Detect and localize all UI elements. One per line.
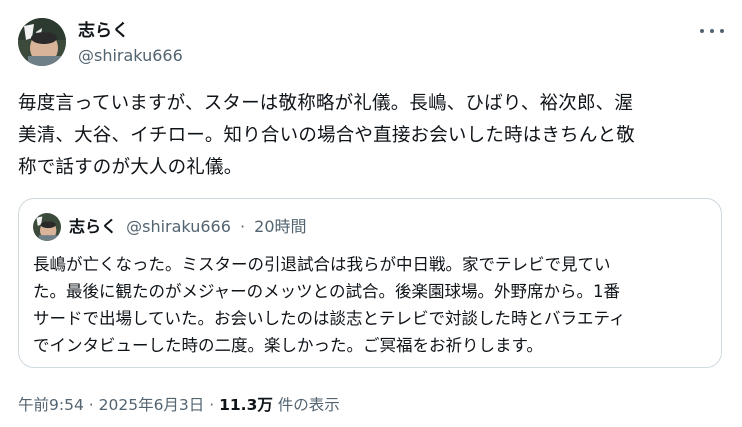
- tweet-footer: 午前9:54 · 2025年6月3日 · 11.3万 件の表示: [18, 394, 340, 416]
- tweet: 志らく @shiraku666 毎度言っていますが、スターは敬称略が礼儀。長嶋、…: [0, 0, 742, 427]
- author-avatar[interactable]: [18, 18, 66, 66]
- quoted-time: 20時間: [254, 217, 307, 236]
- post-date[interactable]: 2025年6月3日: [99, 396, 205, 414]
- more-dot: [710, 29, 714, 33]
- quoted-separator: ·: [239, 217, 246, 236]
- author-handle[interactable]: @shiraku666: [78, 45, 183, 67]
- author-name[interactable]: 志らく: [78, 20, 129, 42]
- quoted-author-avatar: [33, 213, 61, 241]
- more-horizontal-icon[interactable]: [700, 22, 724, 40]
- view-count: 11.3万: [219, 396, 273, 414]
- quoted-text: 長嶋が亡くなった。ミスターの引退試合は我らが中日戦。家でテレビで見てい た。最後…: [33, 255, 626, 355]
- footer-separator: ·: [88, 396, 94, 414]
- post-time[interactable]: 午前9:54: [18, 396, 84, 414]
- view-count-label: 件の表示: [277, 396, 340, 414]
- quoted-header: 志らく @shiraku666 · 20時間: [69, 216, 307, 238]
- quoted-author-name: 志らく: [69, 217, 118, 236]
- tweet-text: 毎度言っていますが、スターは敬称略が礼儀。長嶋、ひばり、裕次郎、渥 美清、大谷、…: [18, 93, 635, 178]
- quoted-author-handle: @shiraku666: [126, 217, 231, 236]
- footer-separator: ·: [209, 396, 215, 414]
- more-dot: [720, 29, 724, 33]
- more-dot: [700, 29, 704, 33]
- quoted-tweet[interactable]: 志らく @shiraku666 · 20時間 長嶋が亡くなった。ミスターの引退試…: [18, 198, 722, 368]
